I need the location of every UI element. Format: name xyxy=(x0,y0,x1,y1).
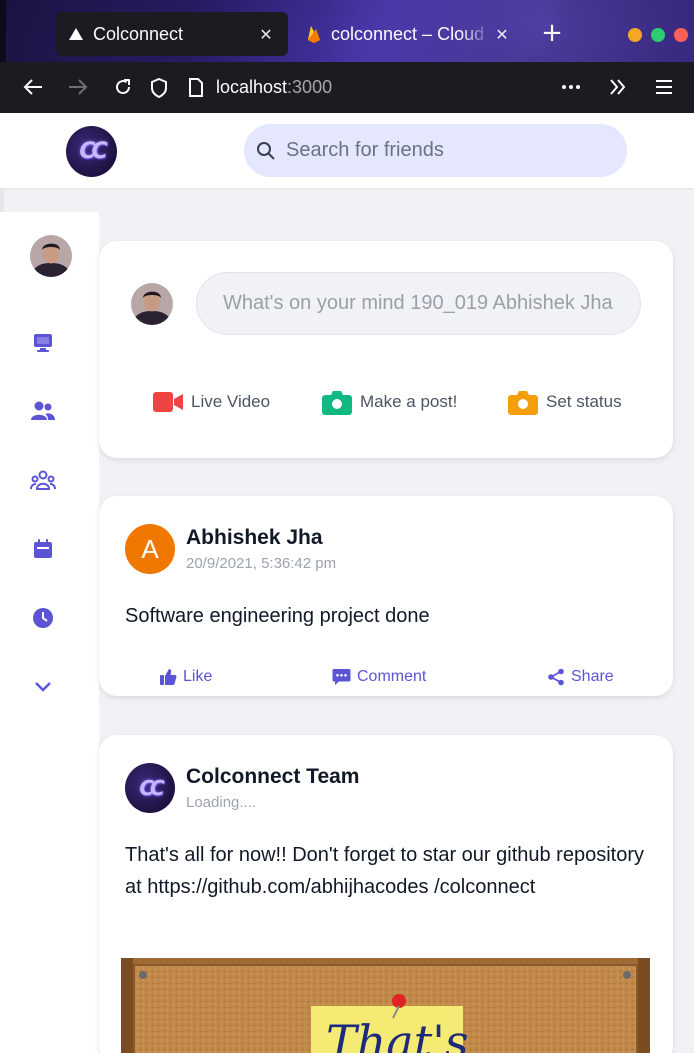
arrow-left-icon xyxy=(23,79,42,95)
sidebar-item-friends[interactable] xyxy=(30,398,56,424)
live-video-button[interactable]: Live Video xyxy=(153,389,270,415)
comment-icon xyxy=(332,669,351,685)
tab-title: colconnect – Cloud Firestore xyxy=(331,23,492,44)
url-host: localhost xyxy=(216,77,288,97)
browser-tab-bar: Colconnect ✕ colconnect – Cloud Firestor… xyxy=(0,0,694,62)
reload-button[interactable] xyxy=(110,74,136,100)
like-label: Like xyxy=(183,668,213,685)
live-video-label: Live Video xyxy=(191,392,271,411)
search-input[interactable] xyxy=(286,139,586,162)
app-header: CC xyxy=(0,113,694,188)
post-image[interactable]: That's xyxy=(121,958,650,1053)
close-window-button[interactable] xyxy=(674,28,688,42)
post-timestamp: Loading.... xyxy=(186,794,257,811)
more-actions-button[interactable] xyxy=(558,74,584,100)
set-status-button[interactable]: Set status xyxy=(508,389,622,415)
app-menu-button[interactable] xyxy=(651,74,677,100)
url-port: :3000 xyxy=(287,77,333,97)
share-label: Share xyxy=(571,668,614,685)
url-text[interactable]: localhost:3000 xyxy=(216,77,332,98)
chevron-down-icon xyxy=(35,682,51,692)
double-chevron-right-icon xyxy=(610,79,626,95)
make-post-button[interactable]: Make a post! xyxy=(322,389,457,415)
make-post-label: Make a post! xyxy=(360,392,458,411)
post-author[interactable]: Abhishek Jha xyxy=(186,526,323,550)
comment-label: Comment xyxy=(357,668,427,685)
monitor-icon xyxy=(34,334,52,352)
composer-avatar[interactable] xyxy=(131,283,173,325)
tab-title: Colconnect xyxy=(93,23,184,44)
share-icon xyxy=(548,668,564,686)
post-author[interactable]: Colconnect Team xyxy=(186,765,359,789)
tabbar-edge xyxy=(0,0,6,62)
calendar-icon xyxy=(34,539,52,558)
maximize-button[interactable] xyxy=(651,28,665,42)
avatar-letter: A xyxy=(141,533,159,564)
search-bar[interactable] xyxy=(244,124,627,177)
close-icon[interactable]: ✕ xyxy=(256,24,276,44)
groups-icon xyxy=(30,470,56,490)
overflow-menu-button[interactable] xyxy=(605,74,631,100)
image-caption: That's xyxy=(326,1015,469,1053)
friends-icon xyxy=(31,401,55,420)
new-tab-button[interactable]: + xyxy=(540,20,564,46)
reload-icon xyxy=(116,79,131,95)
author-avatar[interactable]: CC xyxy=(125,763,175,813)
hamburger-icon xyxy=(656,80,672,94)
shield-icon[interactable] xyxy=(150,77,168,98)
sidebar-item-events[interactable] xyxy=(30,536,56,562)
url-bar[interactable]: localhost:3000 xyxy=(150,70,540,105)
page-icon xyxy=(188,78,204,97)
minimize-button[interactable] xyxy=(628,28,642,42)
colconnect-logo[interactable]: CC xyxy=(66,126,117,177)
sidebar-item-memories[interactable] xyxy=(30,605,56,631)
like-button[interactable]: Like xyxy=(159,664,212,690)
post-text: That's all for now!! Don't forget to sta… xyxy=(125,844,644,898)
camera-icon xyxy=(508,391,538,415)
post-actions: Like Comment Share xyxy=(99,664,673,690)
post-composer-input[interactable] xyxy=(196,272,641,335)
vercel-triangle-icon xyxy=(68,26,84,42)
author-avatar[interactable]: A xyxy=(125,524,175,574)
back-button[interactable] xyxy=(20,74,46,100)
post-timestamp: 20/9/2021, 5:36:42 pm xyxy=(186,555,337,572)
avatar-logo-text: CC xyxy=(139,776,164,800)
camera-icon xyxy=(322,391,352,415)
sidebar-see-more[interactable] xyxy=(30,674,56,700)
set-status-label: Set status xyxy=(546,392,622,411)
post-text: Software engineering project done xyxy=(125,605,430,627)
forward-button[interactable] xyxy=(65,74,91,100)
arrow-right-icon xyxy=(69,79,88,95)
browser-nav-bar: localhost:3000 xyxy=(0,62,694,113)
share-button[interactable]: Share xyxy=(547,664,614,690)
clock-icon xyxy=(33,608,53,628)
logo-text: CC xyxy=(79,139,107,164)
search-icon xyxy=(256,141,276,161)
video-camera-icon xyxy=(153,392,183,412)
sidebar-profile-avatar[interactable] xyxy=(30,235,72,277)
sidebar-item-monitor[interactable] xyxy=(30,330,56,356)
tab-colconnect[interactable]: Colconnect ✕ xyxy=(56,12,288,56)
close-icon[interactable]: ✕ xyxy=(492,24,512,44)
sidebar-item-groups[interactable] xyxy=(30,468,56,494)
post-card: CC Colconnect Team Loading.... That's al… xyxy=(99,735,673,1053)
post-card: A Abhishek Jha 20/9/2021, 5:36:42 pm Sof… xyxy=(99,496,673,696)
tab-firestore[interactable]: colconnect – Cloud Firestore ✕ xyxy=(296,12,522,56)
comment-button[interactable]: Comment xyxy=(332,664,426,690)
ellipsis-icon xyxy=(562,85,580,89)
post-composer: Live Video Make a post! Set status xyxy=(99,241,673,458)
firebase-flame-icon xyxy=(306,26,322,43)
thumbs-up-icon xyxy=(160,669,177,686)
